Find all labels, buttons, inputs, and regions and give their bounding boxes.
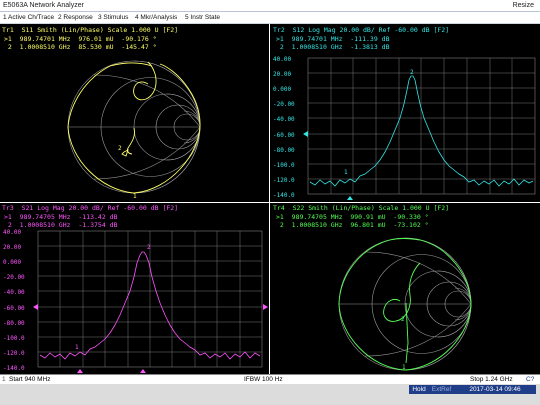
tr1-smith-chart[interactable]: 1 2 xyxy=(0,24,269,202)
tr3-marker2-arrow xyxy=(140,369,146,373)
tr2-marker2-label: 2 xyxy=(410,69,414,76)
tr3-logmag-chart[interactable]: 40.00 20.00 0.000 -20.00 -40.00 -60.00 -… xyxy=(0,203,269,374)
tr3-ref-marker-left xyxy=(33,304,38,310)
tr3-ytick: -120.0 xyxy=(3,350,25,357)
tr2-ytick: -80.00 xyxy=(273,147,295,154)
menu-stimulus[interactable]: 3 Stimulus xyxy=(98,14,128,21)
window-title: E5063A Network Analyzer xyxy=(3,2,84,9)
title-bar: E5063A Network Analyzer Resize xyxy=(0,0,540,12)
tr3-ytick: 0.000 xyxy=(3,259,21,266)
tr3-ytick: -140.0 xyxy=(3,365,25,372)
tr3-y-ticks: 40.00 20.00 0.000 -20.00 -40.00 -60.00 -… xyxy=(3,229,25,372)
ifbw-value[interactable]: IFBW 100 Hz xyxy=(244,376,283,383)
channel-status-bar: 1 Start 940 MHz IFBW 100 Hz Stop 1.24 GH… xyxy=(0,374,540,384)
sweep-indicator: C? xyxy=(526,376,535,383)
tr2-grid xyxy=(307,57,536,195)
stop-frequency[interactable]: Stop 1.24 GHz xyxy=(470,376,513,383)
tr4-smith-chart[interactable]: 1 2 xyxy=(270,203,540,374)
tr3-marker1-label: 1 xyxy=(75,344,79,351)
tr3-grid xyxy=(37,230,263,368)
tr2-ytick: -60.00 xyxy=(273,132,295,139)
tr3-ytick: -60.00 xyxy=(3,305,25,312)
extref-indicator: ExtRef xyxy=(429,385,454,394)
tr3-ytick: -80.00 xyxy=(3,320,25,327)
menu-response[interactable]: 2 Response xyxy=(58,14,93,21)
tr3-ytick: -100.0 xyxy=(3,335,25,342)
tr1-marker2-label: 2 xyxy=(118,145,122,152)
tr3-marker1-arrow xyxy=(77,369,83,373)
tr2-ytick: 0.000 xyxy=(273,86,291,93)
measurement-screen: Tr1 S11 Smith (Lin/Phase) Scale 1.000 U … xyxy=(0,24,540,390)
tr1-marker1-label: 1 xyxy=(133,193,137,200)
tr3-ytick: 40.00 xyxy=(3,229,21,236)
tr4-marker2-label: 2 xyxy=(401,316,405,323)
tr2-ytick: -20.00 xyxy=(273,101,295,108)
menu-instr-state[interactable]: 5 Instr State xyxy=(185,14,220,21)
start-frequency[interactable]: Start 940 MHz xyxy=(9,376,51,383)
tr2-ref-marker xyxy=(303,131,308,137)
tr2-ytick: 20.00 xyxy=(273,71,291,78)
tr2-y-ticks: 40.00 20.00 0.000 -20.00 -40.00 -60.00 -… xyxy=(273,56,295,199)
tr3-ytick: 20.00 xyxy=(3,244,21,251)
tr2-marker1-arrow xyxy=(347,196,353,200)
tr3-marker2-label: 2 xyxy=(147,244,151,251)
tr3-ytick: -20.00 xyxy=(3,274,25,281)
tr2-ytick: -40.00 xyxy=(273,116,295,123)
menu-active-ch-trace[interactable]: 1 Active Ch/Trace xyxy=(3,14,54,21)
date-time: 2017-03-14 09:46 xyxy=(454,385,536,394)
tr2-marker1-label: 1 xyxy=(344,169,348,176)
tr2-ytick: -100.0 xyxy=(273,162,295,169)
tr2-ytick: -120.0 xyxy=(273,177,295,184)
channel-number: 1 xyxy=(2,376,6,383)
hold-indicator[interactable]: Hold xyxy=(409,385,429,394)
tr4-marker1-label: 1 xyxy=(402,364,406,371)
tr2-ytick: -140.0 xyxy=(273,192,295,199)
tr3-ref-marker-right xyxy=(263,304,268,310)
tr3-ytick: -40.00 xyxy=(3,289,25,296)
resize-button[interactable]: Resize xyxy=(513,2,534,9)
instrument-status-bar: Hold ExtRef 2017-03-14 09:46 xyxy=(0,384,540,405)
menu-bar: 1 Active Ch/Trace 2 Response 3 Stimulus … xyxy=(0,12,540,24)
tr2-logmag-chart[interactable]: 40.00 20.00 0.000 -20.00 -40.00 -60.00 -… xyxy=(270,24,540,202)
tr1-smith-grid xyxy=(67,60,201,194)
menu-mkr-analysis[interactable]: 4 Mkr/Analysis xyxy=(135,14,177,21)
tr2-ytick: 40.00 xyxy=(273,56,291,63)
